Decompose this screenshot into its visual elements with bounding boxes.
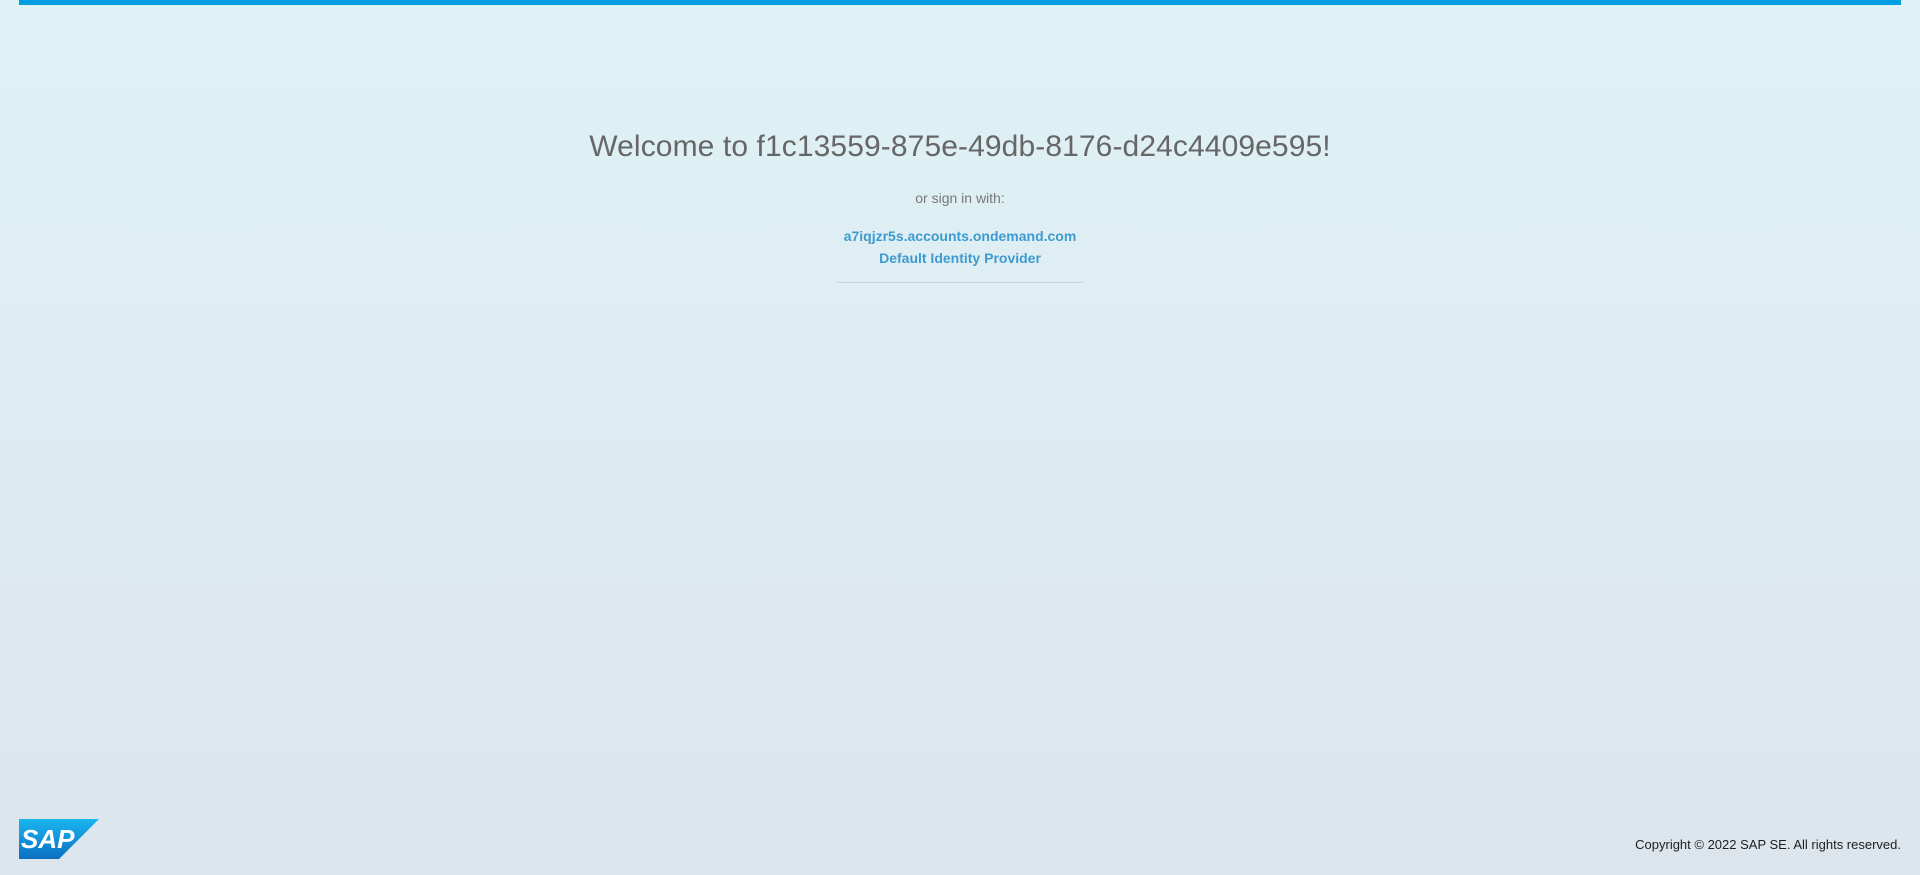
login-panel: Welcome to f1c13559-875e-49db-8176-d24c4… — [0, 125, 1920, 283]
divider — [837, 282, 1083, 283]
sap-logo-text: SAP — [21, 824, 75, 854]
top-accent-bar — [19, 0, 1901, 5]
signin-hint: or sign in with: — [915, 190, 1005, 206]
identity-provider-list: a7iqjzr5s.accounts.ondemand.com Default … — [0, 225, 1920, 269]
sap-logo-icon: SAP — [19, 819, 99, 859]
idp-link-accounts[interactable]: a7iqjzr5s.accounts.ondemand.com — [0, 225, 1920, 247]
idp-link-default[interactable]: Default Identity Provider — [0, 247, 1920, 269]
copyright-text: Copyright © 2022 SAP SE. All rights rese… — [1635, 837, 1901, 852]
page-title: Welcome to f1c13559-875e-49db-8176-d24c4… — [589, 130, 1331, 163]
